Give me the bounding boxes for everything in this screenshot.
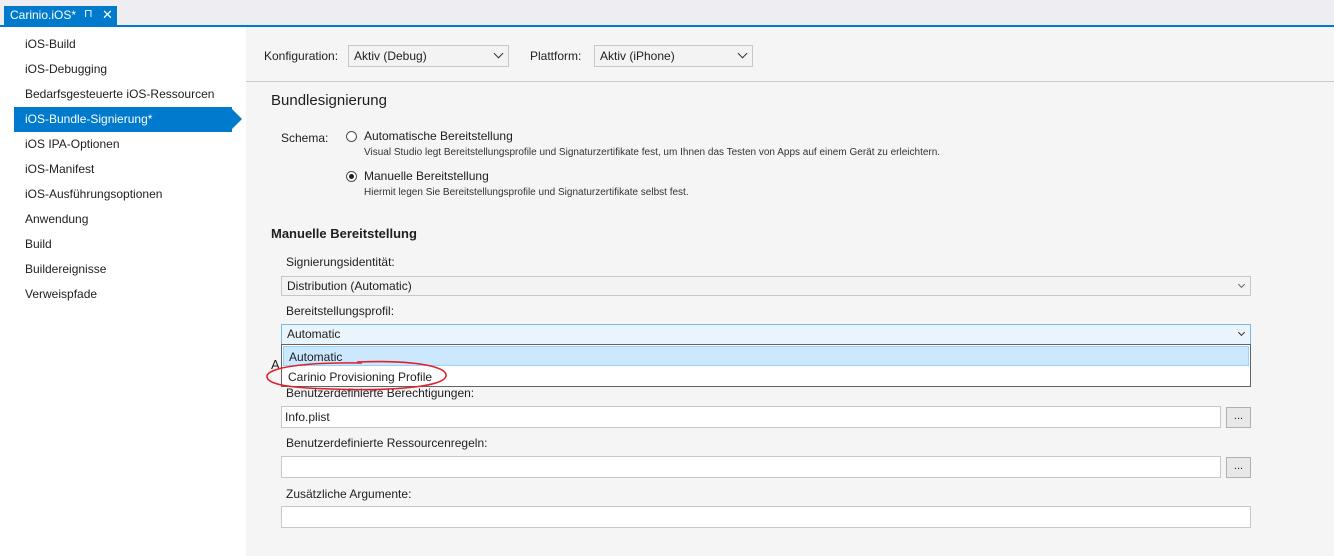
configuration-value: Aktiv (Debug) — [354, 49, 427, 63]
section-title: Bundlesignierung — [271, 92, 387, 109]
manual-provisioning-radio[interactable] — [346, 171, 357, 182]
nav-item-label: iOS-Ausführungsoptionen — [25, 187, 163, 201]
chevron-down-icon — [493, 48, 504, 59]
extra-arguments-label: Zusätzliche Argumente: — [286, 487, 412, 501]
provisioning-profile-dropdown[interactable]: Automatic — [281, 324, 1251, 345]
nav-item-ipa-options[interactable]: iOS IPA-Optionen — [14, 132, 242, 157]
manual-section-title: Manuelle Bereitstellung — [271, 226, 417, 241]
manual-provisioning-title: Manuelle Bereitstellung — [364, 169, 489, 183]
document-tab-strip: Carinio.iOS* ⊓ ✕ — [0, 0, 1334, 27]
nav-item-label: iOS-Debugging — [25, 62, 108, 76]
document-tab-title: Carinio.iOS* — [10, 8, 77, 22]
auto-provisioning-description: Visual Studio legt Bereitstellungsprofil… — [364, 147, 941, 158]
nav-item-bundle-signing[interactable]: iOS-Bundle-Signierung* — [14, 107, 242, 132]
resource-rules-input[interactable] — [281, 456, 1221, 478]
manual-provisioning-description: Hiermit legen Sie Bereitstellungsprofile… — [364, 187, 689, 198]
schema-label: Schema: — [281, 131, 329, 145]
chevron-down-icon — [1237, 280, 1246, 289]
configuration-dropdown[interactable]: Aktiv (Debug) — [348, 45, 509, 67]
toolbar-divider — [246, 81, 1334, 82]
nav-item-application[interactable]: Anwendung — [14, 207, 242, 232]
browse-resource-rules-button[interactable]: ... — [1226, 457, 1251, 478]
platform-label: Plattform: — [530, 49, 582, 63]
pin-icon[interactable]: ⊓ — [84, 7, 93, 20]
configuration-label: Konfiguration: — [264, 49, 339, 63]
close-icon[interactable]: ✕ — [102, 7, 113, 23]
document-tab[interactable]: Carinio.iOS* ⊓ ✕ — [4, 6, 117, 27]
auto-provisioning-title: Automatische Bereitstellung — [364, 129, 513, 143]
auto-provisioning-radio[interactable] — [346, 131, 357, 142]
signing-identity-label: Signierungsidentität: — [286, 255, 395, 269]
nav-item-label: iOS-Build — [25, 37, 76, 51]
provisioning-profile-label: Bereitstellungsprofil: — [286, 304, 395, 318]
nav-item-label: iOS IPA-Optionen — [25, 137, 120, 151]
signing-identity-dropdown[interactable]: Distribution (Automatic) — [281, 276, 1251, 296]
resource-rules-label: Benutzerdefinierte Ressourcenregeln: — [286, 436, 488, 450]
nav-item-ios-debugging[interactable]: iOS-Debugging — [14, 57, 242, 82]
annotation-circle — [266, 360, 447, 391]
nav-item-reference-paths[interactable]: Verweispfade — [14, 282, 242, 307]
nav-item-label: Bedarfsgesteuerte iOS-Ressourcen — [25, 87, 215, 101]
property-page: Konfiguration: Aktiv (Debug) Plattform: … — [246, 27, 1334, 556]
platform-value: Aktiv (iPhone) — [600, 49, 675, 63]
nav-item-ios-build[interactable]: iOS-Build — [14, 32, 242, 57]
nav-item-on-demand-resources[interactable]: Bedarfsgesteuerte iOS-Ressourcen — [14, 82, 242, 107]
nav-item-label: Anwendung — [25, 212, 89, 226]
chevron-down-icon — [737, 48, 748, 59]
nav-item-build-events[interactable]: Buildereignisse — [14, 257, 242, 282]
nav-item-label: iOS-Manifest — [25, 162, 95, 176]
signing-identity-value: Distribution (Automatic) — [287, 279, 412, 293]
nav-item-build[interactable]: Build — [14, 232, 242, 257]
nav-item-label: iOS-Bundle-Signierung* — [25, 112, 153, 126]
extra-arguments-input[interactable] — [281, 506, 1251, 528]
nav-item-label: Buildereignisse — [25, 262, 107, 276]
nav-item-label: Build — [25, 237, 52, 251]
nav-item-ios-manifest[interactable]: iOS-Manifest — [14, 157, 242, 182]
provisioning-profile-value: Automatic — [287, 327, 341, 341]
platform-dropdown[interactable]: Aktiv (iPhone) — [594, 45, 753, 67]
nav-item-run-options[interactable]: iOS-Ausführungsoptionen — [14, 182, 242, 207]
entitlements-value: Info.plist — [285, 410, 330, 424]
browse-entitlements-button[interactable]: ... — [1226, 407, 1251, 428]
nav-item-label: Verweispfade — [25, 287, 98, 301]
chevron-down-icon — [1237, 328, 1246, 337]
property-pages-nav: iOS-Build iOS-Debugging Bedarfsgesteuert… — [0, 27, 246, 556]
entitlements-input[interactable]: Info.plist — [281, 406, 1221, 428]
